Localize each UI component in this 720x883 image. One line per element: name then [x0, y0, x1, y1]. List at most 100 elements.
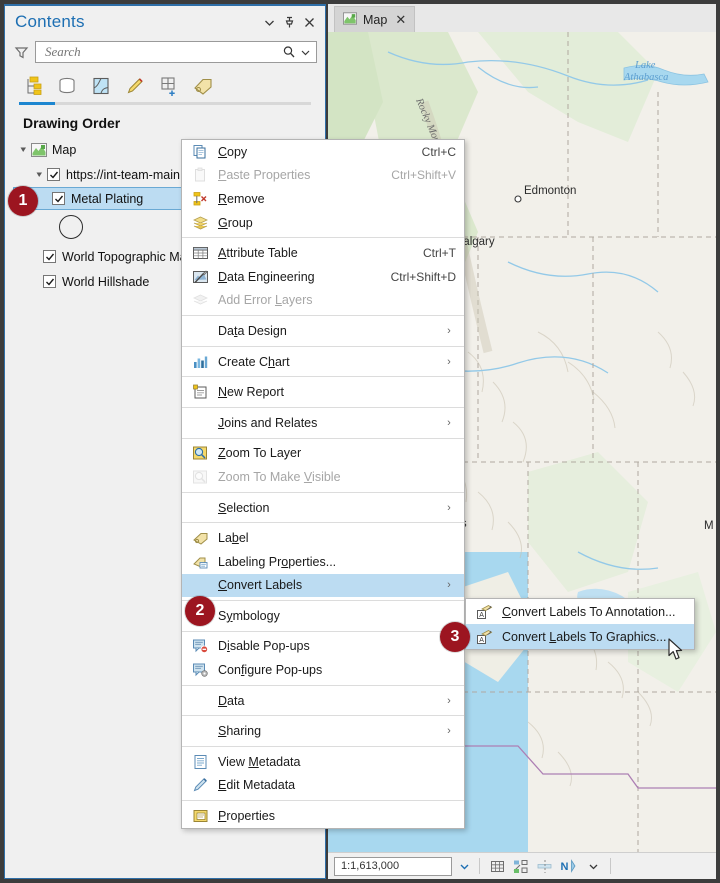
- list-by-snapping-icon[interactable]: [155, 73, 183, 99]
- menu-separator: [182, 800, 464, 802]
- menu-item-label: Properties: [218, 809, 275, 824]
- selection-tool-icon[interactable]: [511, 856, 531, 876]
- filter-icon[interactable]: [11, 45, 31, 60]
- convert-labels-submenu: A Convert Labels To Annotation... A Convert…: [465, 598, 695, 650]
- list-by-labeling-icon[interactable]: [189, 73, 217, 99]
- menu-item-joins-and-relates[interactable]: Joins and Relates ›: [182, 411, 464, 435]
- layer-context-menu: Copy Ctrl+C Paste Properties Ctrl+Shift+V Re…: [181, 139, 465, 829]
- menu-item-shortcut: Ctrl+C: [421, 144, 456, 159]
- step-badge-2: 2: [185, 596, 215, 626]
- menu-item-convert-labels-to-graphics[interactable]: A Convert Labels To Graphics...: [466, 624, 694, 649]
- edit-metadata-icon: [182, 777, 218, 793]
- menu-item-edit-metadata[interactable]: Edit Metadata: [182, 774, 464, 798]
- menu-item-shortcut: Ctrl+Shift+D: [390, 269, 456, 284]
- menu-item-labeling-properties[interactable]: Labeling Properties...: [182, 550, 464, 574]
- scale-input[interactable]: 1:1,613,000: [334, 856, 452, 876]
- layer-visibility-checkbox[interactable]: [47, 168, 60, 181]
- menu-item-label: New Report: [218, 385, 285, 400]
- convert-graphics-icon: A: [466, 629, 502, 645]
- layer-visibility-checkbox[interactable]: [43, 250, 56, 263]
- tree-item-label: World Hillshade: [62, 274, 150, 289]
- list-by-drawing-order-icon[interactable]: [19, 73, 47, 99]
- close-icon[interactable]: [299, 12, 319, 32]
- menu-item-label: Sharing: [218, 724, 262, 739]
- properties-icon: [182, 808, 218, 824]
- menu-item-group[interactable]: Group: [182, 211, 464, 235]
- close-icon[interactable]: ✕: [395, 12, 406, 28]
- menu-item-label: Data Engineering: [218, 269, 315, 284]
- convert-annotation-icon: A: [466, 604, 502, 620]
- zoom-to-layer-icon: [182, 445, 218, 461]
- map-label-partial: M: [704, 520, 714, 532]
- expander-icon[interactable]: [19, 145, 31, 154]
- table-icon: [182, 245, 218, 261]
- menu-item-label: Edit Metadata: [218, 778, 296, 793]
- search-icon[interactable]: [280, 45, 298, 59]
- menu-item-shortcut: Ctrl+T: [423, 246, 456, 261]
- svg-text:N: N: [561, 861, 569, 873]
- menu-item-attribute-table[interactable]: Attribute Table Ctrl+T: [182, 241, 464, 265]
- menu-item-convert-labels-to-annotation[interactable]: A Convert Labels To Annotation...: [466, 599, 694, 624]
- point-symbol-swatch[interactable]: [59, 215, 83, 239]
- menu-item-selection[interactable]: Selection ›: [182, 496, 464, 520]
- menu-item-label[interactable]: Label: [182, 526, 464, 550]
- data-engineering-icon: [182, 269, 218, 285]
- menu-separator: [182, 345, 464, 347]
- menu-item-label: Configure Pop-ups: [218, 663, 323, 678]
- divider: [479, 858, 480, 874]
- error-layers-icon: [182, 292, 218, 308]
- menu-separator: [182, 684, 464, 686]
- search-options-caret-icon[interactable]: [298, 47, 312, 58]
- expander-icon[interactable]: [35, 170, 47, 179]
- toolbar-active-indicator: [19, 102, 311, 105]
- menu-separator: [182, 630, 464, 632]
- menu-separator: [182, 600, 464, 602]
- layer-visibility-checkbox[interactable]: [43, 275, 56, 288]
- menu-item-data[interactable]: Data ›: [182, 689, 464, 713]
- tab-label: Map: [363, 12, 388, 27]
- layer-visibility-checkbox[interactable]: [52, 192, 65, 205]
- menu-item-sharing[interactable]: Sharing ›: [182, 719, 464, 743]
- scale-dropdown-caret-icon[interactable]: [456, 862, 472, 871]
- menu-item-properties[interactable]: Properties: [182, 804, 464, 828]
- svg-text:A: A: [479, 612, 484, 619]
- menu-item-new-report[interactable]: New Report: [182, 380, 464, 404]
- pin-icon[interactable]: [279, 12, 299, 32]
- menu-item-convert-labels[interactable]: Convert Labels ›: [182, 573, 464, 598]
- menu-item-label: Convert Labels To Graphics...: [502, 629, 667, 644]
- menu-item-data-engineering[interactable]: Data Engineering Ctrl+Shift+D: [182, 265, 464, 289]
- search-input[interactable]: [43, 43, 280, 61]
- list-by-selection-icon[interactable]: [87, 73, 115, 99]
- tab-map[interactable]: Map ✕: [334, 6, 416, 32]
- menu-item-add-error-layers: Add Error Layers: [182, 289, 464, 313]
- chevron-down-icon[interactable]: [259, 12, 279, 32]
- group-layers-icon: [182, 215, 218, 231]
- menu-item-label: Disable Pop-ups: [218, 639, 310, 654]
- menu-item-view-metadata[interactable]: View Metadata: [182, 750, 464, 774]
- menu-item-remove[interactable]: Remove: [182, 187, 464, 211]
- menu-item-label: Remove: [218, 191, 265, 206]
- menu-item-configure-pop-ups[interactable]: Configure Pop-ups: [182, 658, 464, 682]
- menu-item-symbology[interactable]: Symbology: [182, 604, 464, 628]
- grid-icon[interactable]: [487, 856, 507, 876]
- chevron-down-icon[interactable]: [583, 856, 603, 876]
- view-tabstrip: Map ✕: [328, 4, 716, 32]
- menu-item-paste-properties: Paste Properties Ctrl+Shift+V: [182, 164, 464, 188]
- menu-item-data-design[interactable]: Data Design ›: [182, 319, 464, 343]
- menu-item-disable-pop-ups[interactable]: Disable Pop-ups: [182, 635, 464, 659]
- step-badge-1: 1: [8, 186, 38, 216]
- configure-popups-icon: [182, 662, 218, 678]
- search-box[interactable]: [35, 41, 317, 63]
- menu-item-label: Labeling Properties...: [218, 554, 337, 569]
- menu-item-zoom-to-layer[interactable]: Zoom To Layer: [182, 442, 464, 466]
- list-by-editing-icon[interactable]: [121, 73, 149, 99]
- measure-icon[interactable]: [535, 856, 555, 876]
- menu-item-label: Label: [218, 531, 249, 546]
- north-arrow-icon[interactable]: N: [559, 856, 579, 876]
- list-by-data-source-icon[interactable]: [53, 73, 81, 99]
- menu-item-create-chart[interactable]: Create Chart ›: [182, 350, 464, 374]
- menu-item-copy[interactable]: Copy Ctrl+C: [182, 140, 464, 164]
- chevron-right-icon: ›: [447, 355, 451, 368]
- paste-icon: [182, 167, 218, 183]
- menu-item-label: Symbology: [218, 608, 280, 623]
